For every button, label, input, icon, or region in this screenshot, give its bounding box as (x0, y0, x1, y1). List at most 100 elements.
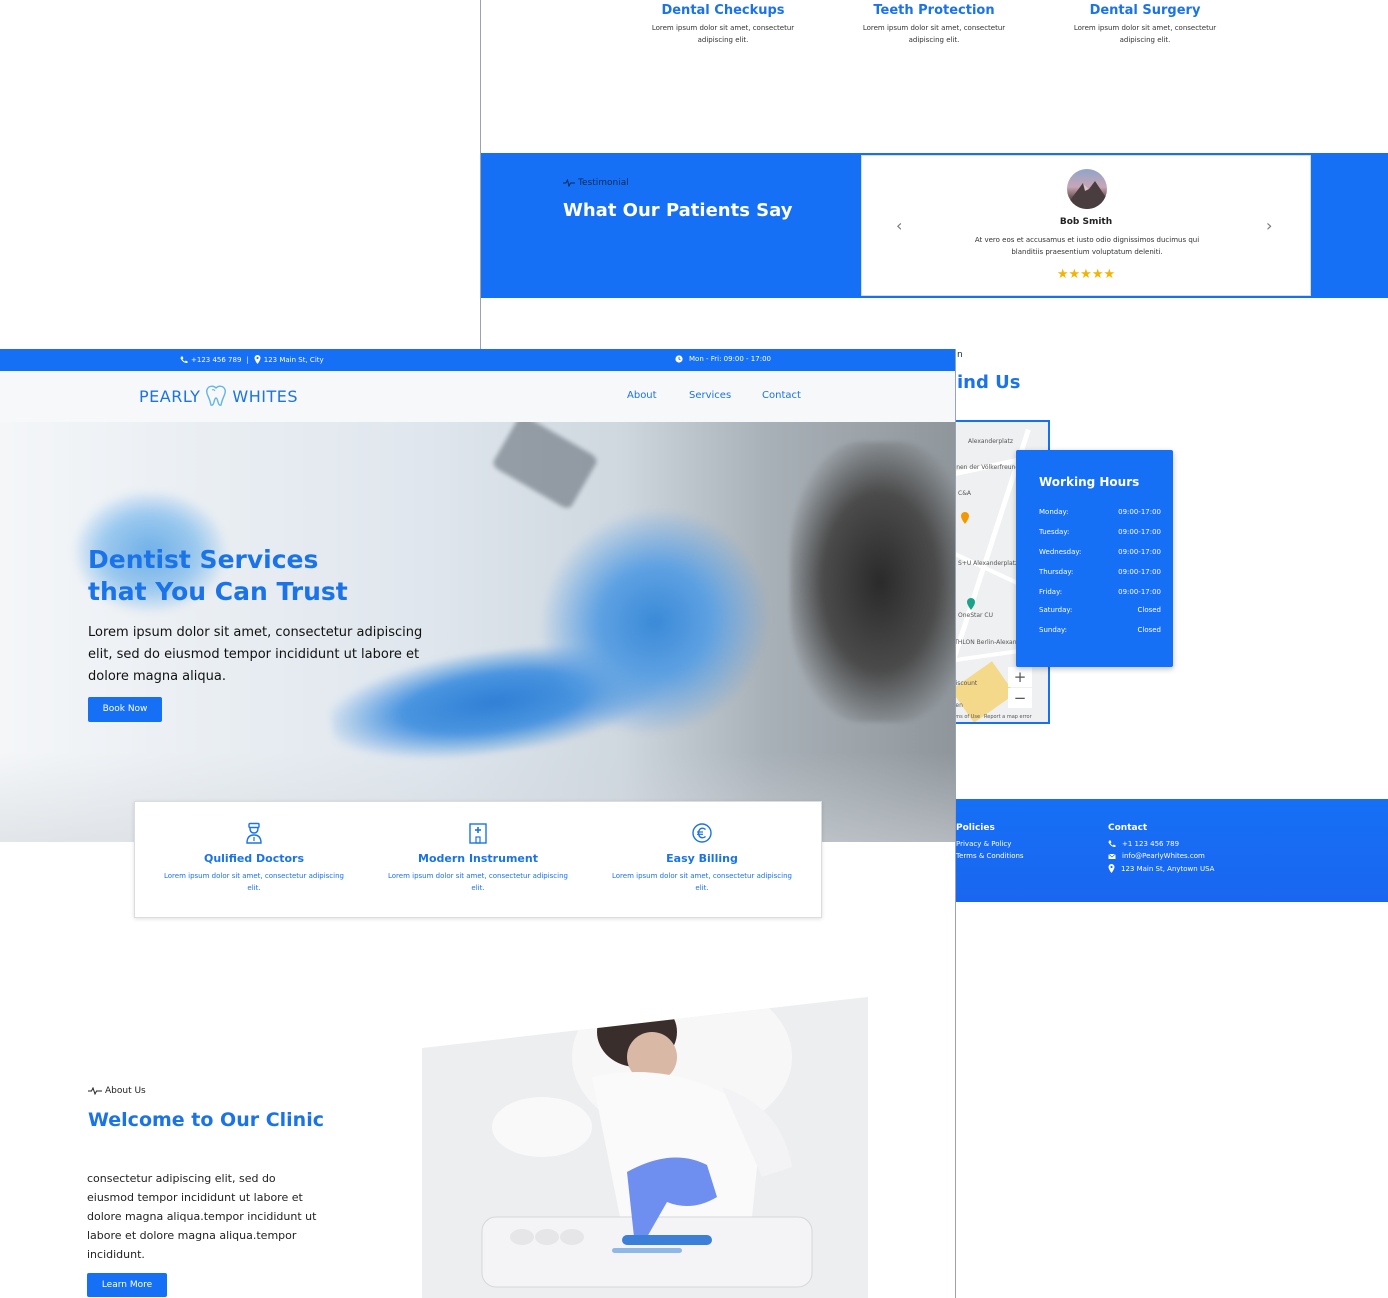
map-zoom-out-button[interactable]: − (1008, 688, 1032, 708)
doctor-icon (246, 822, 262, 844)
brand-name-left: PEARLY (139, 386, 201, 406)
footer-email-text: info@PearlyWhites.com (1122, 852, 1205, 860)
footer-phone-text: +1 123 456 789 (1122, 840, 1180, 848)
learn-more-button[interactable]: Learn More (87, 1273, 167, 1297)
about-heading: Welcome to Our Clinic (88, 1109, 324, 1131)
about-kicker: About Us (88, 1086, 146, 1096)
map-pin-icon (967, 598, 975, 610)
carousel-next-button[interactable]: › (1266, 216, 1272, 235)
about-kicker-label: About Us (105, 1086, 146, 1096)
testimonial-heading: What Our Patients Say (563, 200, 793, 221)
envelope-icon (1108, 853, 1116, 859)
nav-services[interactable]: Services (689, 390, 731, 401)
testimonial-kicker-label: Testimonial (578, 178, 629, 188)
site-footer: Policies Privacy & Policy Terms & Condit… (936, 799, 1388, 902)
hours-row: Wednesday: 09:00-17:00 (1039, 548, 1161, 556)
map-label: S+U Alexanderplatz (958, 560, 1019, 567)
footer-phone: +1 123 456 789 (1108, 840, 1179, 848)
service-title: Dental Surgery (1089, 3, 1201, 18)
hours-day: Monday: (1039, 508, 1069, 516)
site-navbar: PEARLY WHITES About Services Contact (0, 371, 955, 422)
hours-row: Saturday: Closed (1039, 606, 1161, 614)
topbar-hours-text: Mon - Fri: 09:00 - 17:00 (689, 355, 771, 363)
footer-link-terms[interactable]: Terms & Conditions (956, 852, 1024, 860)
footer-policies-heading: Policies (956, 823, 995, 833)
topbar-separator: | (246, 355, 249, 364)
foreground-browser-window: +123 456 789 | 123 Main St, City Mon - F… (0, 349, 956, 1298)
service-title: Dental Checkups (661, 3, 785, 18)
feature-easy-billing: Easy Billing Lorem ipsum dolor sit amet,… (612, 822, 792, 894)
location-pin-icon (1108, 864, 1115, 873)
nav-about[interactable]: About (627, 390, 657, 401)
hours-row: Tuesday: 09:00-17:00 (1039, 528, 1161, 536)
hours-time: 09:00-17:00 (1118, 568, 1161, 576)
dentist-with-tools-illustration (422, 997, 868, 1298)
service-teeth-protection: Teeth Protection Lorem ipsum dolor sit a… (849, 2, 1019, 46)
hero-heading: Dentist Services that You Can Trust (88, 544, 348, 608)
topbar-hours: Mon - Fri: 09:00 - 17:00 (675, 355, 771, 363)
topbar-phone: +123 456 789 (191, 355, 242, 364)
brand-name-right: WHITES (232, 386, 298, 406)
hours-time: Closed (1137, 606, 1161, 614)
hours-day: Sunday: (1039, 626, 1068, 634)
footer-link-privacy[interactable]: Privacy & Policy (956, 840, 1011, 848)
hero-description: Lorem ipsum dolor sit amet, consectetur … (88, 625, 423, 684)
heartbeat-icon (88, 1087, 102, 1095)
map-zoom-in-button[interactable]: + (1008, 667, 1032, 687)
hours-time: 09:00-17:00 (1118, 548, 1161, 556)
heartbeat-icon (563, 179, 575, 187)
hours-time: 09:00-17:00 (1118, 588, 1161, 596)
top-info-bar: +123 456 789 | 123 Main St, City Mon - F… (0, 349, 955, 371)
find-us-heading: ind Us (957, 372, 1021, 393)
footer-link-label: Privacy & Policy (956, 840, 1012, 848)
about-description: consectetur adipiscing elit, sed do eius… (87, 1172, 317, 1261)
book-now-button[interactable]: Book Now (88, 697, 162, 722)
feature-text: Lorem ipsum dolor sit amet, consectetur … (164, 872, 344, 892)
reviewer-name: Bob Smith (1059, 217, 1113, 227)
footer-link-label: Terms & Conditions (956, 852, 1024, 860)
find-us-kicker: n (957, 350, 963, 360)
carousel-prev-button[interactable]: ‹ (896, 216, 902, 235)
hours-day: Friday: (1039, 588, 1063, 596)
brand-logo[interactable]: PEARLY WHITES (139, 385, 298, 407)
service-title: Teeth Protection (873, 3, 995, 18)
hours-row: Thursday: 09:00-17:00 (1039, 568, 1161, 576)
service-text: Lorem ipsum dolor sit amet, consectetur … (862, 24, 1006, 44)
review-quote: At vero eos et accusamus et iusto odio d… (974, 236, 1200, 256)
hero-heading-line2: that You Can Trust (88, 577, 348, 606)
working-hours-card: Working Hours Monday: 09:00-17:00 Tuesday… (1016, 450, 1173, 667)
hours-day: Wednesday: (1039, 548, 1082, 556)
testimonial-section: Testimonial What Our Patients Say Bob Sm… (481, 153, 1388, 298)
screen: Dental Checkups Lorem ipsum dolor sit am… (0, 0, 1388, 1298)
phone-icon (180, 356, 188, 363)
service-text: Lorem ipsum dolor sit amet, consectetur … (1073, 24, 1217, 44)
hours-time: 09:00-17:00 (1118, 528, 1161, 536)
feature-text: Lorem ipsum dolor sit amet, consectetur … (612, 872, 792, 892)
hours-time: Closed (1137, 626, 1161, 634)
feature-modern-instrument: Modern Instrument Lorem ipsum dolor sit … (388, 822, 568, 894)
hero-heading-line1: Dentist Services (88, 545, 319, 574)
hours-row: Monday: 09:00-17:00 (1039, 508, 1161, 516)
hours-row: Friday: 09:00-17:00 (1039, 588, 1161, 596)
about-clinic-image (422, 997, 868, 1298)
features-card: Qulified Doctors Lorem ipsum dolor sit a… (134, 801, 822, 918)
topbar-contact: +123 456 789 | 123 Main St, City (180, 355, 324, 364)
hours-row: Sunday: Closed (1039, 626, 1161, 634)
footer-address-text: 123 Main St, Anytown USA (1121, 864, 1215, 873)
star-rating: ★★★★★ (1056, 267, 1116, 282)
footer-contact-heading: Contact (1108, 823, 1148, 833)
hours-day: Thursday: (1039, 568, 1074, 576)
feature-title: Modern Instrument (418, 852, 538, 865)
hero-banner: Dentist Services that You Can Trust Lore… (0, 422, 955, 842)
clock-icon (675, 355, 683, 363)
hero-image-light (491, 422, 599, 511)
euro-icon (692, 823, 712, 843)
map-report-link[interactable]: Report a map error (984, 714, 1032, 720)
working-hours-title: Working Hours (1039, 475, 1140, 489)
hero-image-patient-hair (790, 442, 955, 722)
nav-contact[interactable]: Contact (762, 390, 801, 401)
topbar-address: 123 Main St, City (263, 355, 324, 364)
hours-time: 09:00-17:00 (1118, 508, 1161, 516)
avatar (1067, 169, 1107, 209)
footer-email[interactable]: info@PearlyWhites.com (1108, 852, 1205, 860)
